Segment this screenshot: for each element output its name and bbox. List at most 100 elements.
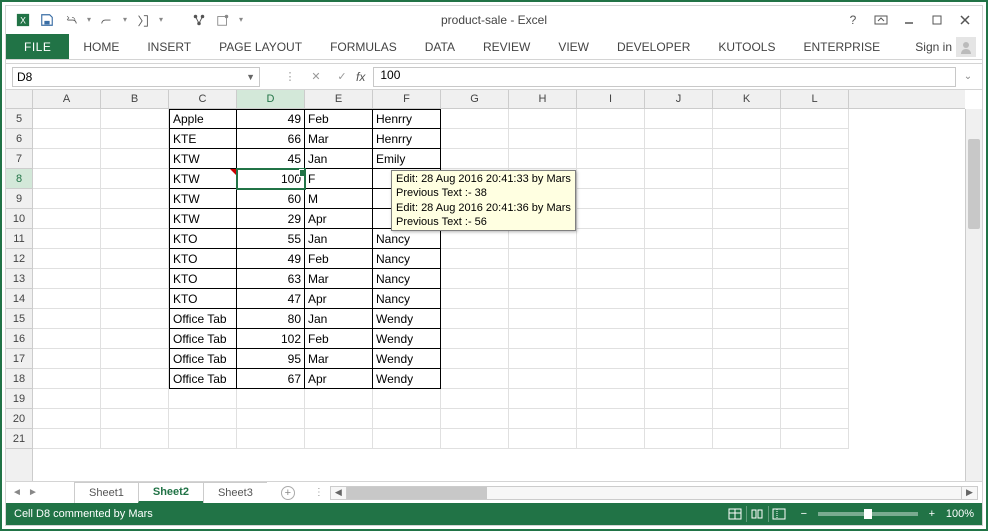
cell-J9[interactable] [645,189,713,209]
cell-F18[interactable]: Wendy [373,369,441,389]
cell-L16[interactable] [781,329,849,349]
cell-C17[interactable]: Office Tab [169,349,237,369]
cell-K16[interactable] [713,329,781,349]
cell-K11[interactable] [713,229,781,249]
expand-formula-bar-icon[interactable]: ⌄ [960,71,976,82]
cell-I5[interactable] [577,109,645,129]
tab-view[interactable]: VIEW [544,34,603,59]
cell-G14[interactable] [441,289,509,309]
cell-C6[interactable]: KTE [169,129,237,149]
cell-B18[interactable] [101,369,169,389]
cell-D10[interactable]: 29 [237,209,305,229]
cell-J16[interactable] [645,329,713,349]
cell-A15[interactable] [33,309,101,329]
row-header-18[interactable]: 18 [6,369,32,389]
cell-B8[interactable] [101,169,169,189]
cell-D9[interactable]: 60 [237,189,305,209]
qat-tool-icon[interactable] [132,10,154,30]
sheet-nav-next-icon[interactable]: ► [26,487,40,498]
row-header-15[interactable]: 15 [6,309,32,329]
cell-H6[interactable] [509,129,577,149]
cell-H17[interactable] [509,349,577,369]
tab-formulas[interactable]: FORMULAS [316,34,411,59]
cell-F17[interactable]: Wendy [373,349,441,369]
cell-G11[interactable] [441,229,509,249]
cell-E14[interactable]: Apr [305,289,373,309]
cell-E21[interactable] [305,429,373,449]
tab-home[interactable]: HOME [69,34,133,59]
file-tab[interactable]: FILE [6,34,69,59]
cell-F11[interactable]: Nancy [373,229,441,249]
cell-E7[interactable]: Jan [305,149,373,169]
column-header-F[interactable]: F [373,90,441,108]
cell-L20[interactable] [781,409,849,429]
cell-I10[interactable] [577,209,645,229]
select-all-corner[interactable] [6,90,33,109]
cell-C9[interactable]: KTW [169,189,237,209]
cell-A17[interactable] [33,349,101,369]
cell-F14[interactable]: Nancy [373,289,441,309]
cell-B21[interactable] [101,429,169,449]
cell-J20[interactable] [645,409,713,429]
cell-B17[interactable] [101,349,169,369]
cell-L21[interactable] [781,429,849,449]
cell-H20[interactable] [509,409,577,429]
view-page-break-icon[interactable] [768,506,790,522]
cell-G12[interactable] [441,249,509,269]
cell-A13[interactable] [33,269,101,289]
cell-E10[interactable]: Apr [305,209,373,229]
tab-kutools[interactable]: KUTOOLS [704,34,789,59]
cell-K8[interactable] [713,169,781,189]
cell-A8[interactable] [33,169,101,189]
horizontal-scrollbar[interactable]: ◀ ▶ [330,486,978,500]
cell-B13[interactable] [101,269,169,289]
cell-J18[interactable] [645,369,713,389]
redo-dropdown-icon[interactable]: ▾ [120,10,130,30]
cell-E6[interactable]: Mar [305,129,373,149]
cell-C12[interactable]: KTO [169,249,237,269]
sheet-nav-prev-icon[interactable]: ◄ [10,487,24,498]
cell-C8[interactable]: KTW [169,169,237,189]
cell-H12[interactable] [509,249,577,269]
cancel-formula-icon[interactable]: ✕ [304,68,328,86]
cell-C18[interactable]: Office Tab [169,369,237,389]
cell-L18[interactable] [781,369,849,389]
cell-K20[interactable] [713,409,781,429]
cell-B10[interactable] [101,209,169,229]
cell-L5[interactable] [781,109,849,129]
cell-A5[interactable] [33,109,101,129]
cell-G20[interactable] [441,409,509,429]
cell-F12[interactable]: Nancy [373,249,441,269]
hscroll-right-icon[interactable]: ▶ [961,487,977,499]
cell-J14[interactable] [645,289,713,309]
cell-D18[interactable]: 67 [237,369,305,389]
cell-K10[interactable] [713,209,781,229]
sheet-tab-sheet1[interactable]: Sheet1 [74,482,139,503]
cell-I20[interactable] [577,409,645,429]
cell-A16[interactable] [33,329,101,349]
addon-dropdown-icon[interactable]: ▾ [236,10,246,30]
cell-D13[interactable]: 63 [237,269,305,289]
cell-L14[interactable] [781,289,849,309]
cell-B16[interactable] [101,329,169,349]
cell-I16[interactable] [577,329,645,349]
cell-D17[interactable]: 95 [237,349,305,369]
cell-E12[interactable]: Feb [305,249,373,269]
column-header-J[interactable]: J [645,90,713,108]
cell-L9[interactable] [781,189,849,209]
cell-D14[interactable]: 47 [237,289,305,309]
cell-I21[interactable] [577,429,645,449]
cell-J10[interactable] [645,209,713,229]
cell-I6[interactable] [577,129,645,149]
cell-I18[interactable] [577,369,645,389]
cell-A18[interactable] [33,369,101,389]
row-header-8[interactable]: 8 [6,169,32,189]
cell-H21[interactable] [509,429,577,449]
cell-A21[interactable] [33,429,101,449]
qat-dropdown-icon[interactable]: ▾ [156,10,166,30]
cell-L8[interactable] [781,169,849,189]
cell-C10[interactable]: KTW [169,209,237,229]
cell-K17[interactable] [713,349,781,369]
accept-formula-icon[interactable]: ✓ [330,68,354,86]
cell-J7[interactable] [645,149,713,169]
